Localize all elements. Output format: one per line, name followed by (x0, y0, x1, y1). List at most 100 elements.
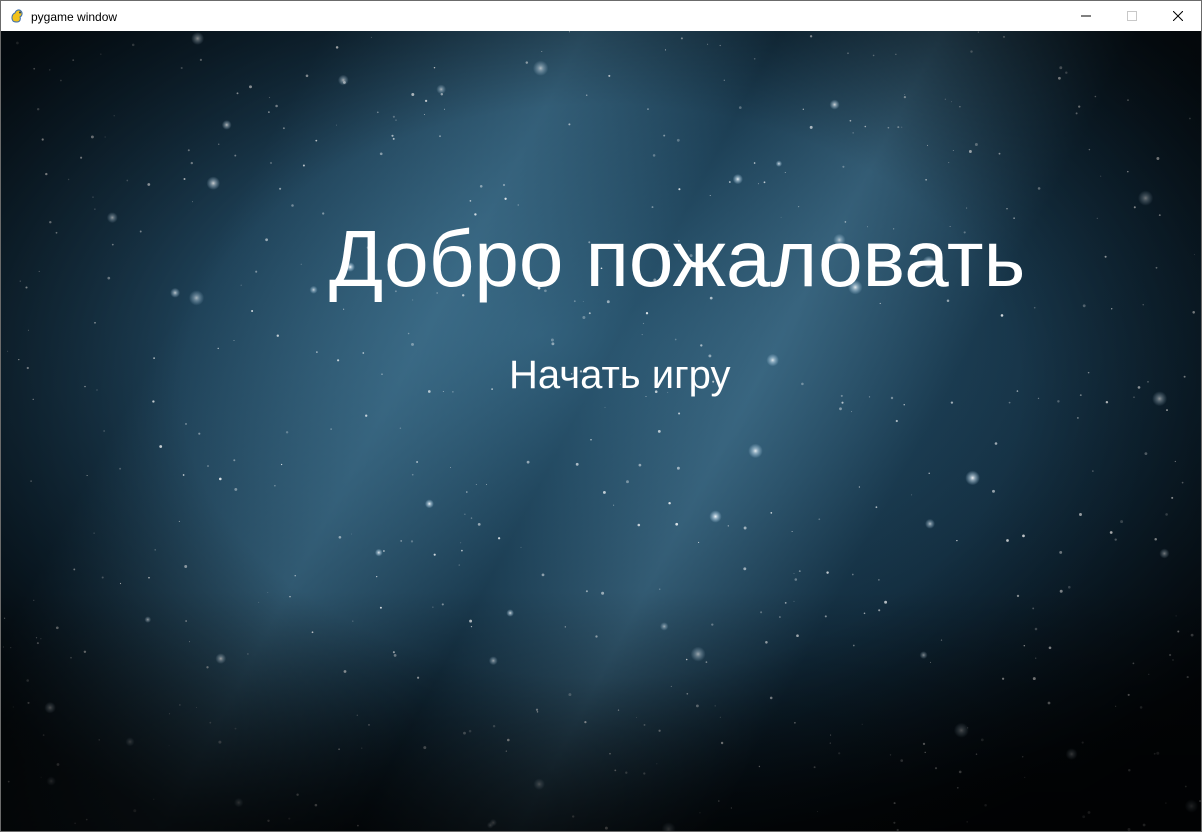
star (1174, 460, 1176, 463)
start-game-button[interactable]: Начать игру (509, 351, 730, 399)
star (217, 347, 219, 350)
star (602, 490, 606, 494)
star (433, 553, 436, 556)
bright-star (965, 470, 980, 486)
close-button[interactable] (1155, 1, 1201, 31)
star (314, 803, 318, 807)
star (926, 144, 929, 146)
star (49, 220, 52, 224)
star (410, 540, 414, 543)
star (730, 807, 733, 809)
star (74, 822, 76, 825)
star (839, 407, 842, 411)
star (393, 654, 397, 657)
star (315, 139, 318, 142)
title-bar[interactable]: pygame window (1, 1, 1201, 31)
star (350, 533, 352, 535)
star (614, 769, 617, 772)
star (1142, 823, 1146, 827)
star (55, 231, 58, 234)
star (842, 165, 845, 168)
star (826, 571, 829, 574)
star (168, 745, 170, 747)
star (111, 243, 114, 246)
star (582, 316, 586, 319)
star (793, 572, 795, 574)
star (218, 143, 220, 145)
game-canvas[interactable]: Добро пожаловать Начать игру (1, 31, 1201, 831)
star (296, 793, 299, 796)
star (1078, 105, 1081, 108)
star (852, 132, 854, 134)
bright-star (766, 353, 779, 367)
star (1127, 99, 1129, 101)
star (626, 480, 629, 484)
star (1127, 828, 1131, 831)
star (588, 312, 591, 315)
star (760, 611, 763, 614)
bright-star (659, 622, 669, 631)
star (19, 280, 21, 282)
bright-star (337, 74, 349, 86)
star (424, 99, 428, 103)
star (1006, 208, 1008, 210)
star (770, 512, 773, 514)
star (541, 51, 543, 53)
star (517, 204, 519, 206)
star (400, 539, 403, 542)
bright-star (1184, 799, 1199, 813)
star (470, 517, 473, 519)
star (55, 626, 59, 630)
star (101, 576, 104, 579)
star (441, 603, 444, 606)
star (798, 570, 801, 573)
star (236, 92, 239, 95)
star (335, 46, 339, 49)
star (613, 504, 615, 506)
star (830, 734, 832, 736)
star (911, 494, 913, 496)
star (25, 286, 28, 289)
bright-star (709, 510, 722, 523)
bright-star (374, 548, 383, 557)
star (343, 308, 345, 310)
star (738, 106, 742, 109)
bright-star (690, 646, 706, 662)
star (858, 486, 861, 488)
star (291, 204, 294, 207)
star (959, 106, 961, 108)
star (336, 124, 337, 126)
star (678, 412, 681, 415)
star (234, 727, 237, 730)
minimize-button[interactable] (1063, 1, 1109, 31)
star (94, 208, 96, 210)
star (80, 156, 83, 159)
maximize-button[interactable] (1109, 1, 1155, 31)
star (575, 462, 579, 466)
star (423, 114, 425, 115)
bright-star (1137, 190, 1154, 206)
star (184, 565, 188, 568)
star (153, 798, 155, 800)
star (797, 205, 800, 208)
star (1087, 371, 1090, 374)
star (1065, 71, 1068, 74)
star (719, 716, 721, 718)
star (147, 183, 151, 186)
star (903, 95, 907, 99)
star (940, 639, 943, 641)
star (1023, 644, 1026, 647)
star (251, 309, 254, 313)
star (657, 430, 661, 433)
star (658, 729, 661, 732)
star (255, 270, 258, 273)
star (1181, 481, 1184, 484)
star (41, 138, 44, 141)
star (1008, 401, 1011, 404)
star (977, 31, 980, 33)
star (96, 389, 98, 391)
star (934, 767, 938, 770)
star (818, 518, 821, 521)
star (922, 742, 926, 746)
star (705, 661, 708, 663)
